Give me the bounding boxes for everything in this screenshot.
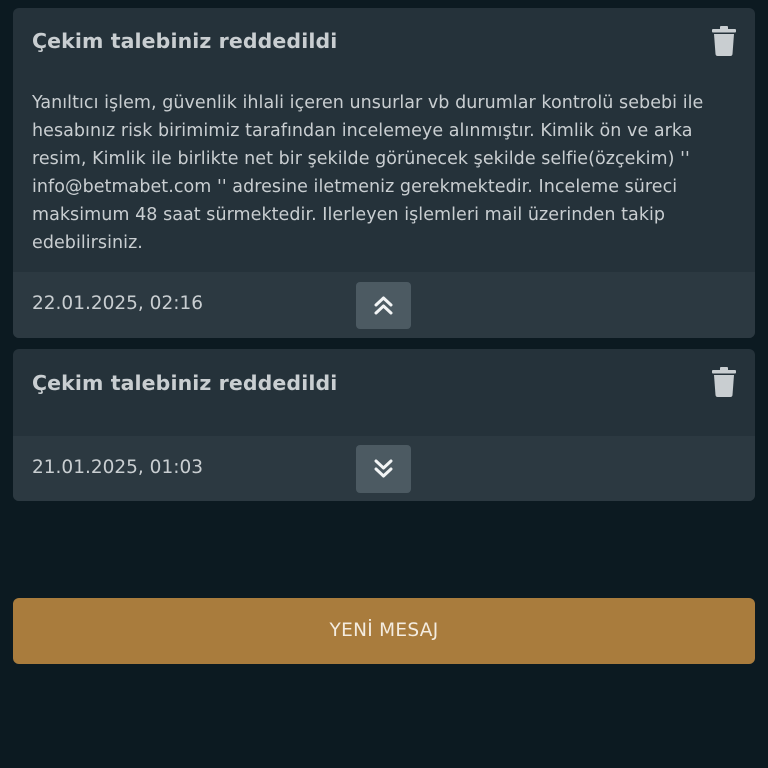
trash-icon [712, 26, 736, 56]
delete-message-button[interactable] [712, 26, 736, 56]
message-footer: 22.01.2025, 02:16 [13, 272, 755, 338]
message-card: Çekim talebiniz reddedildi 21.01.2025, 0… [13, 349, 755, 501]
message-header[interactable]: Çekim talebiniz reddedildi [13, 8, 755, 74]
expand-message-button[interactable] [356, 445, 411, 493]
message-date: 21.01.2025, 01:03 [32, 457, 203, 478]
delete-message-button[interactable] [712, 367, 736, 397]
message-body: Yanıltıcı işlem, güvenlik ihlali içeren … [32, 93, 704, 253]
messages-page: Çekim talebiniz reddedildi Yanıltıcı işl… [0, 0, 768, 768]
message-card: Çekim talebiniz reddedildi Yanıltıcı işl… [13, 8, 755, 338]
message-footer: 21.01.2025, 01:03 [13, 436, 755, 501]
message-header[interactable]: Çekim talebiniz reddedildi [13, 349, 755, 415]
message-title: Çekim talebiniz reddedildi [32, 371, 338, 395]
message-title: Çekim talebiniz reddedildi [32, 29, 338, 53]
trash-icon [712, 367, 736, 397]
chevrons-up-icon [374, 296, 393, 315]
new-message-button[interactable]: YENİ MESAJ [13, 598, 755, 664]
message-date: 22.01.2025, 02:16 [32, 293, 203, 314]
chevrons-down-icon [374, 459, 393, 478]
collapse-message-button[interactable] [356, 282, 411, 329]
